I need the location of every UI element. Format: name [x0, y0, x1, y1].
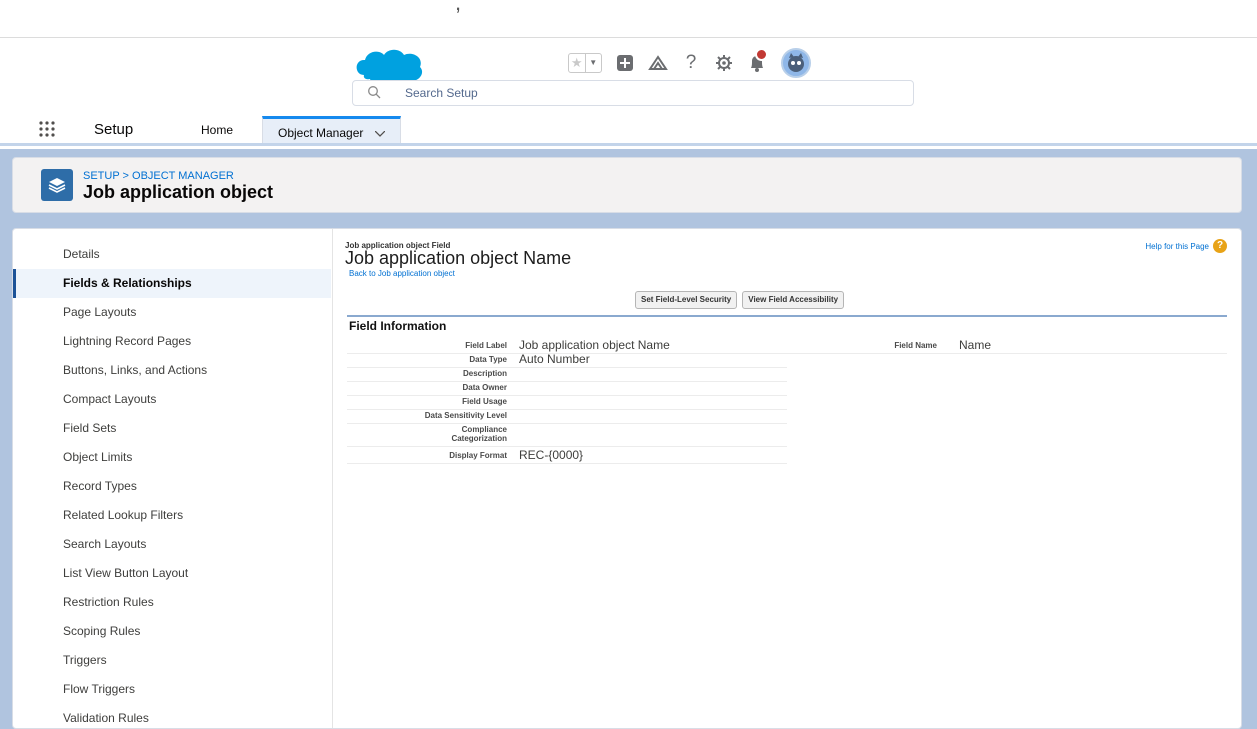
- help-link-label: Help for this Page: [1145, 241, 1209, 251]
- gear-icon[interactable]: [714, 53, 734, 73]
- sidebar-item-field-sets[interactable]: Field Sets: [13, 414, 331, 443]
- chevron-down-icon[interactable]: ▼: [586, 54, 602, 72]
- sidebar-item-list-view-button-layout[interactable]: List View Button Layout: [13, 559, 331, 588]
- object-layers-icon: [41, 169, 73, 201]
- field-label: Data Owner: [462, 383, 507, 392]
- sidebar-item-page-layouts[interactable]: Page Layouts: [13, 298, 331, 327]
- trailhead-icon[interactable]: [648, 53, 668, 73]
- sidebar-item-search-layouts[interactable]: Search Layouts: [13, 530, 331, 559]
- app-launcher-icon[interactable]: [38, 120, 56, 138]
- help-link[interactable]: Help for this Page ?: [1145, 239, 1227, 253]
- field-row: Data Type Auto Number: [347, 352, 787, 368]
- field-label: Description: [462, 369, 507, 378]
- bell-icon[interactable]: [747, 48, 768, 73]
- field-information-section: Field Information: [347, 315, 1227, 333]
- search-input[interactable]: [405, 84, 885, 102]
- field-value: Auto Number: [519, 352, 590, 366]
- field-label: Data Type: [469, 355, 507, 364]
- sidebar-item-details[interactable]: Details: [13, 240, 331, 269]
- sidebar-item-related-lookup-filters[interactable]: Related Lookup Filters: [13, 501, 331, 530]
- plus-icon[interactable]: [615, 53, 635, 73]
- header-icon-group: ★ ▼ ?: [568, 48, 811, 78]
- sidebar-item-scoping-rules[interactable]: Scoping Rules: [13, 617, 331, 646]
- field-label: Display Format: [449, 451, 507, 460]
- view-field-accessibility-button[interactable]: View Field Accessibility: [742, 291, 845, 309]
- sidebar-item-buttons-links-actions[interactable]: Buttons, Links, and Actions: [13, 356, 331, 385]
- top-cutoff-strip: ,ˇ ˇ: [0, 0, 1257, 38]
- field-label: Field Usage: [462, 397, 507, 406]
- field-title: Job application object Name: [345, 248, 572, 268]
- star-icon[interactable]: ★: [569, 54, 586, 72]
- field-value: REC-{0000}: [519, 448, 584, 462]
- field-value: Job application object Name: [519, 338, 670, 352]
- main-panel: Details Fields & Relationships Page Layo…: [12, 228, 1242, 729]
- field-detail-content: Job application object Field Job applica…: [345, 229, 1235, 728]
- tab-object-manager[interactable]: Object Manager: [262, 116, 401, 143]
- object-header: SETUP > OBJECT MANAGER Job application o…: [12, 157, 1242, 213]
- field-label: Field Name: [894, 341, 937, 350]
- app-name: Setup: [94, 121, 134, 138]
- help-icon: ?: [1213, 239, 1227, 253]
- sidebar-item-fields-relationships[interactable]: Fields & Relationships: [13, 269, 331, 298]
- field-label: Data Sensitivity Level: [424, 411, 507, 420]
- page-title: Job application object: [83, 182, 274, 202]
- sidebar-item-compact-layouts[interactable]: Compact Layouts: [13, 385, 331, 414]
- section-title: Field Information: [349, 319, 447, 333]
- app-navigation-bar: Setup Home Object Manager: [0, 116, 1257, 146]
- help-icon[interactable]: ?: [681, 52, 701, 73]
- sidebar-item-record-types[interactable]: Record Types: [13, 472, 331, 501]
- sidebar-item-restriction-rules[interactable]: Restriction Rules: [13, 588, 331, 617]
- sidebar-item-triggers[interactable]: Triggers: [13, 646, 331, 675]
- field-row: Data Sensitivity Level: [347, 411, 787, 424]
- field-value: Name: [959, 338, 992, 352]
- favorites-control[interactable]: ★ ▼: [568, 53, 602, 73]
- field-label: Compliance: [461, 425, 507, 434]
- field-row: Field Name Name: [787, 338, 1227, 354]
- field-row: Compliance Categorization: [347, 425, 787, 447]
- field-label: Field Label: [465, 341, 507, 350]
- tab-object-manager-label: Object Manager: [278, 126, 364, 140]
- sidebar-item-flow-triggers[interactable]: Flow Triggers: [13, 675, 331, 704]
- field-row: Data Owner: [347, 383, 787, 396]
- sidebar-item-object-limits[interactable]: Object Limits: [13, 443, 331, 472]
- setup-search-box[interactable]: [352, 80, 914, 106]
- avatar[interactable]: [781, 48, 811, 78]
- notification-badge: [755, 48, 768, 61]
- chevron-down-icon[interactable]: [374, 131, 385, 137]
- tab-home[interactable]: Home: [201, 123, 233, 137]
- field-row: Description: [347, 369, 787, 382]
- back-link[interactable]: Back to Job application object: [349, 269, 455, 278]
- field-row: Display Format REC-{0000}: [347, 448, 787, 464]
- search-icon: [368, 86, 381, 99]
- sidebar-item-lightning-record-pages[interactable]: Lightning Record Pages: [13, 327, 331, 356]
- field-label: Categorization: [451, 434, 507, 443]
- sidebar-item-validation-rules[interactable]: Validation Rules: [13, 704, 331, 728]
- field-row: Field Usage: [347, 397, 787, 410]
- object-sidebar: Details Fields & Relationships Page Layo…: [13, 229, 333, 728]
- button-row: Set Field-Level Security View Field Acce…: [635, 291, 849, 309]
- breadcrumb[interactable]: SETUP > OBJECT MANAGER: [83, 170, 234, 182]
- set-field-level-security-button[interactable]: Set Field-Level Security: [635, 291, 738, 309]
- global-header: ★ ▼ ?: [0, 38, 1257, 116]
